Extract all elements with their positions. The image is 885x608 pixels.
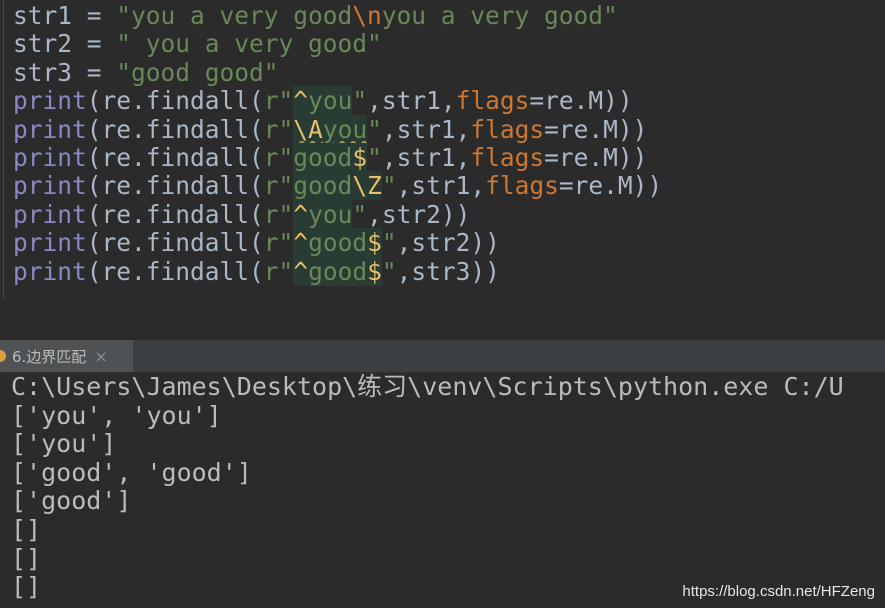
- console-line: C:\Users\James\Desktop\练习\venv\Scripts\p…: [11, 373, 844, 401]
- code-token: ,str1,: [367, 86, 456, 116]
- code-token: $: [352, 142, 368, 172]
- code-token: =re.M)): [529, 86, 633, 116]
- watermark: https://blog.csdn.net/HFZeng: [682, 583, 875, 600]
- code-token: \Z: [352, 171, 382, 201]
- code-token: $: [367, 228, 382, 258]
- code-token: (re.findall(: [86, 171, 264, 201]
- code-token: (re.findall(: [86, 114, 264, 144]
- code-token: =re.M)): [544, 114, 648, 144]
- code-token: ": [352, 199, 368, 229]
- code-area[interactable]: str1 = "you a very good\nyou a very good…: [13, 1, 663, 286]
- code-token: str3 =: [13, 57, 117, 87]
- code-token: (re.findall(: [86, 199, 264, 229]
- console-line: ['good']: [11, 486, 132, 516]
- code-token: ,str3)): [396, 256, 500, 286]
- code-token: good: [308, 256, 368, 286]
- code-token: ^: [293, 86, 309, 116]
- code-line: print(re.findall(r"\Ayou",str1,flags=re.…: [13, 114, 662, 144]
- console-line: ['you', 'you']: [11, 400, 222, 430]
- code-token: (re.findall(: [86, 228, 264, 258]
- code-line: print(re.findall(r"^good$",str2)): [13, 228, 662, 258]
- code-token: ,str1,: [396, 171, 486, 201]
- editor-bottom-area: [0, 300, 885, 340]
- code-token: ^: [293, 256, 309, 286]
- code-token: ": [367, 142, 382, 172]
- code-token: you: [322, 114, 368, 144]
- code-token: r": [263, 199, 294, 229]
- code-token: ": [352, 86, 368, 116]
- code-editor[interactable]: str1 = "you a very good\nyou a very good…: [0, 0, 885, 300]
- code-line: print(re.findall(r"^you",str1,flags=re.M…: [13, 86, 662, 116]
- code-token: ^: [293, 228, 309, 258]
- console-line: ['you']: [11, 429, 117, 459]
- code-token: flags: [485, 171, 559, 201]
- code-line: print(re.findall(r"^you",str2)): [13, 199, 662, 229]
- code-token: good: [293, 171, 353, 201]
- code-token: ": [381, 171, 397, 201]
- code-token: =re.M)): [558, 171, 663, 201]
- code-token: =re.M)): [544, 142, 648, 172]
- code-token: ^: [293, 199, 309, 229]
- gutter-divider: [3, 0, 4, 298]
- run-tab-bar: 6.边界匹配 ×: [0, 340, 885, 373]
- code-token: good: [293, 142, 353, 172]
- run-tab[interactable]: 6.边界匹配 ×: [0, 340, 133, 372]
- code-token: r": [263, 171, 294, 201]
- code-token: (re.findall(: [86, 142, 264, 172]
- code-token: ": [381, 228, 397, 258]
- code-token: print: [13, 86, 87, 116]
- code-token: print: [13, 114, 87, 144]
- code-token: you a very good": [381, 1, 618, 30]
- code-line: print(re.findall(r"^good$",str3)): [13, 256, 662, 286]
- code-token: print: [13, 171, 87, 201]
- code-token: r": [263, 256, 294, 286]
- code-token: "you a very good: [116, 1, 353, 30]
- code-token: ,str2)): [367, 199, 471, 229]
- code-token: ,str1,: [381, 114, 471, 144]
- code-token: you: [308, 199, 353, 229]
- code-token: str2 =: [13, 29, 117, 59]
- code-token: (re.findall(: [86, 86, 264, 116]
- code-token: r": [263, 114, 294, 144]
- code-line: str3 = "good good": [13, 57, 662, 87]
- code-line: print(re.findall(r"good$",str1,flags=re.…: [13, 142, 662, 172]
- code-token: \A: [293, 114, 323, 144]
- console-line: ['good', 'good']: [11, 457, 252, 487]
- run-console[interactable]: C:\Users\James\Desktop\练习\venv\Scripts\p…: [0, 373, 885, 608]
- code-token: flags: [470, 142, 545, 172]
- code-token: ,str2)): [396, 228, 500, 258]
- code-token: str1 =: [13, 1, 117, 30]
- code-token: "good good": [116, 57, 279, 87]
- code-token: flags: [470, 114, 545, 144]
- code-token: ": [381, 256, 397, 286]
- code-line: print(re.findall(r"good\Z",str1,flags=re…: [13, 171, 663, 201]
- code-token: r": [263, 228, 294, 258]
- code-token: flags: [455, 86, 530, 116]
- code-token: r": [263, 86, 294, 116]
- code-token: good: [308, 228, 368, 258]
- code-token: print: [13, 199, 87, 229]
- code-line: str2 = " you a very good": [13, 30, 662, 58]
- code-token: you: [308, 86, 353, 116]
- python-file-icon: [0, 350, 6, 362]
- code-token: $: [367, 256, 382, 286]
- code-token: print: [13, 142, 87, 172]
- run-tab-label: 6.边界匹配: [12, 347, 87, 366]
- code-token: (re.findall(: [86, 256, 264, 286]
- code-token: ,str1,: [381, 142, 471, 172]
- code-token: " you a very good": [116, 29, 382, 59]
- close-icon[interactable]: ×: [94, 347, 107, 366]
- code-token: r": [263, 142, 294, 172]
- code-token: print: [13, 256, 87, 286]
- code-token: \n: [352, 1, 382, 30]
- console-output: C:\Users\James\Desktop\练习\venv\Scripts\p…: [11, 373, 844, 602]
- code-token: print: [13, 228, 87, 258]
- code-token: ": [367, 114, 382, 144]
- console-line: []: [11, 514, 42, 544]
- code-line: str1 = "you a very good\nyou a very good…: [13, 1, 662, 30]
- console-line: []: [11, 543, 42, 573]
